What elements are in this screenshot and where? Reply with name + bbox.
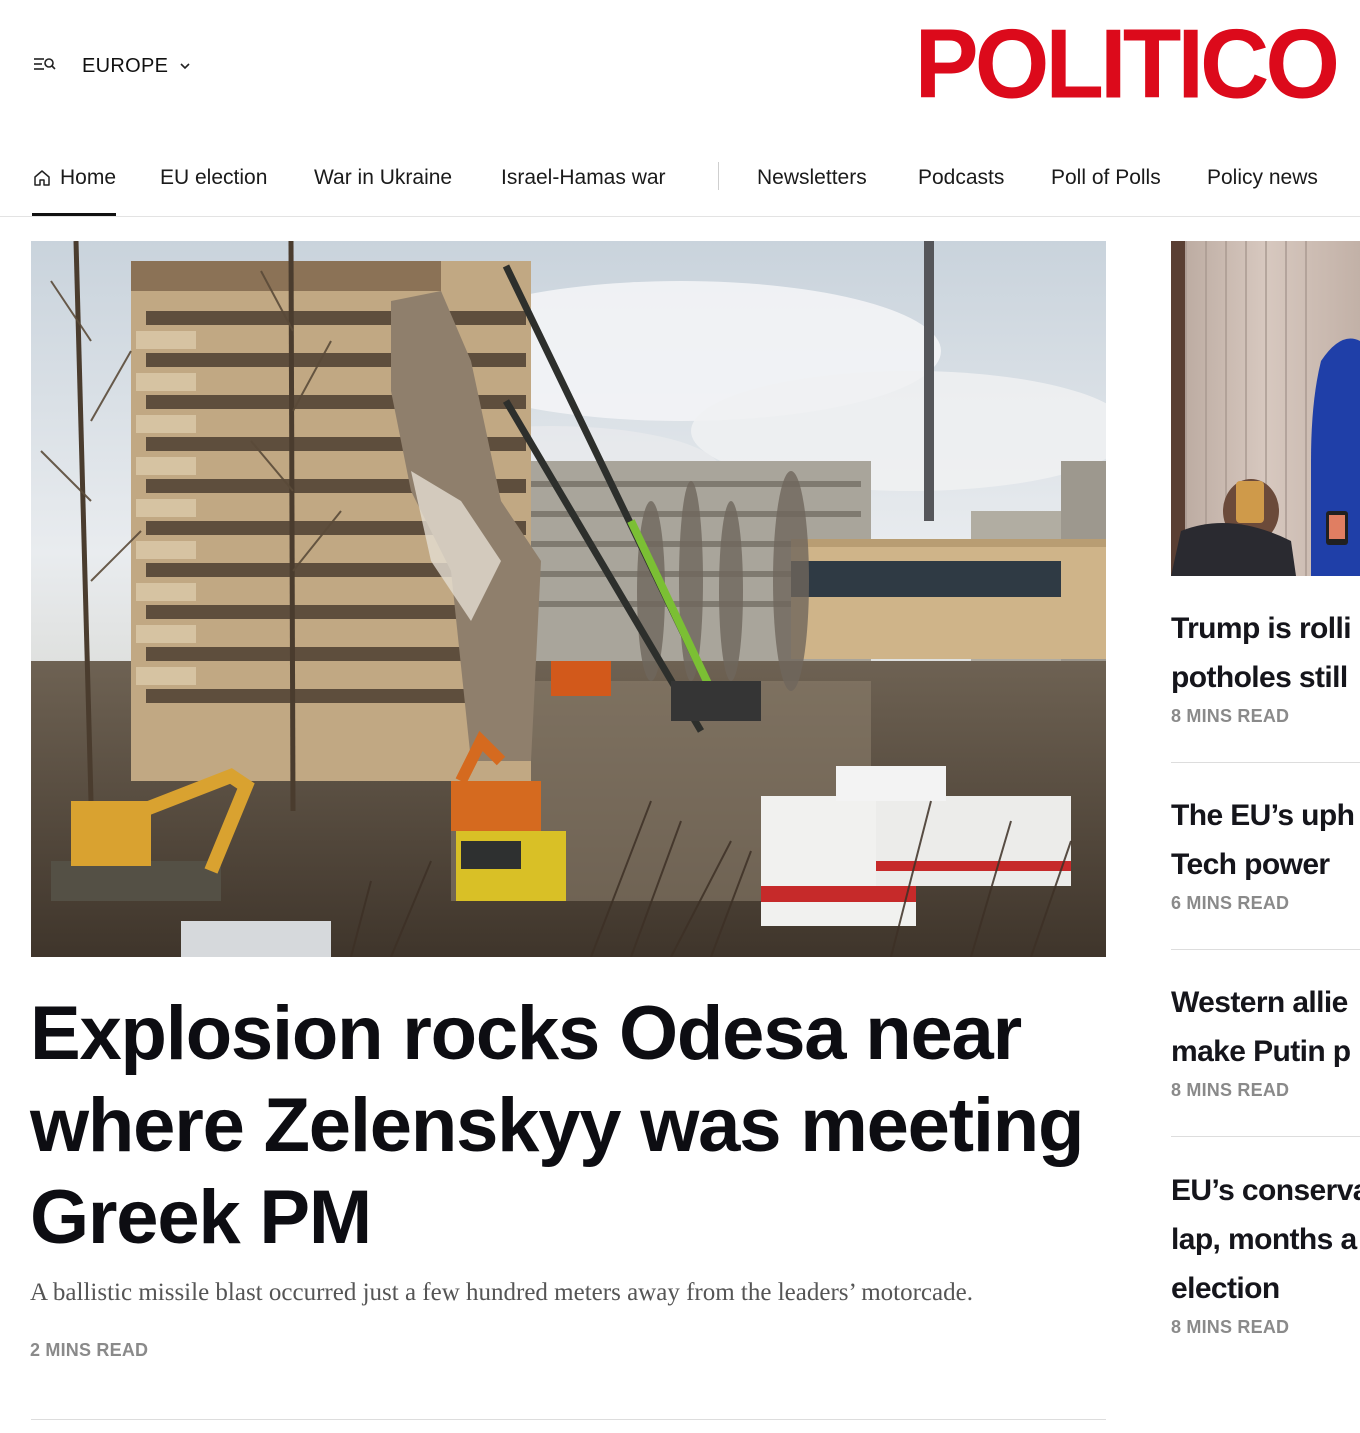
nav-divider [718, 162, 719, 190]
rail-story-image[interactable] [1171, 241, 1360, 576]
rail-story-read-time: 6 MINS READ [1171, 893, 1290, 913]
rail-story: Trump is rolli potholes still 8 MINS REA… [1171, 604, 1360, 727]
rail-story-read-time: 8 MINS READ [1171, 706, 1290, 726]
headline-line: Western allie [1171, 986, 1348, 1019]
headline-line: lap, months a [1171, 1223, 1357, 1256]
headline-line: Tech power [1171, 848, 1330, 881]
edition-label: EUROPE [82, 54, 169, 77]
rail-story-headline[interactable]: The EU’s uph Tech power [1171, 791, 1360, 889]
nav-item-war-in-ukraine[interactable]: War in Ukraine [314, 162, 452, 194]
divider [1171, 949, 1360, 950]
lead-story-dek: A ballistic missile blast occurred just … [30, 1279, 973, 1306]
chevron-down-icon [178, 59, 192, 73]
rail-story-read-time: 8 MINS READ [1171, 1080, 1290, 1100]
rail-story: The EU’s uph Tech power 6 MINS READ [1171, 791, 1360, 914]
rail-story: Western allie make Putin p 8 MINS READ [1171, 978, 1360, 1101]
site-header: EUROPE POLITICO [0, 0, 1360, 130]
divider [1171, 1136, 1360, 1137]
headline-line: make Putin p [1171, 1035, 1351, 1068]
nav-item-policy-news[interactable]: Policy news [1207, 162, 1318, 194]
divider [31, 1419, 1106, 1420]
headline-line: potholes still [1171, 661, 1348, 694]
lead-story-read-time: 2 MINS READ [30, 1340, 149, 1360]
politico-logo[interactable]: POLITICO [915, 16, 1340, 114]
menu-search-icon[interactable] [32, 52, 58, 78]
nav-item-poll-of-polls[interactable]: Poll of Polls [1051, 162, 1161, 194]
lead-story-image[interactable] [31, 241, 1106, 957]
nav-item-eu-election[interactable]: EU election [160, 162, 267, 194]
rail-story-headline[interactable]: EU’s conserva lap, months a election [1171, 1166, 1360, 1313]
rail-story-headline[interactable]: Western allie make Putin p [1171, 978, 1360, 1076]
edition-selector[interactable]: EUROPE [82, 52, 192, 80]
nav-item-podcasts[interactable]: Podcasts [918, 162, 1004, 194]
headline-line: election [1171, 1272, 1280, 1305]
divider [1171, 762, 1360, 763]
nav-item-label: Home [60, 166, 117, 189]
headline-line: EU’s conserva [1171, 1174, 1360, 1207]
lead-story-headline[interactable]: Explosion rocks Odesa near where Zelensk… [30, 988, 1110, 1264]
nav-item-israel-hamas-war[interactable]: Israel-Hamas war [501, 162, 666, 194]
rail-story-read-time: 8 MINS READ [1171, 1317, 1290, 1337]
nav-item-home[interactable]: Home [32, 162, 117, 216]
nav-item-newsletters[interactable]: Newsletters [757, 162, 867, 194]
rail-story: EU’s conserva lap, months a election 8 M… [1171, 1166, 1360, 1338]
headline-line: Trump is rolli [1171, 612, 1352, 645]
rail-story-headline[interactable]: Trump is rolli potholes still [1171, 604, 1360, 702]
main-nav: Home EU election War in Ukraine Israel-H… [0, 140, 1360, 217]
home-icon [32, 168, 52, 188]
headline-line: The EU’s uph [1171, 799, 1355, 832]
